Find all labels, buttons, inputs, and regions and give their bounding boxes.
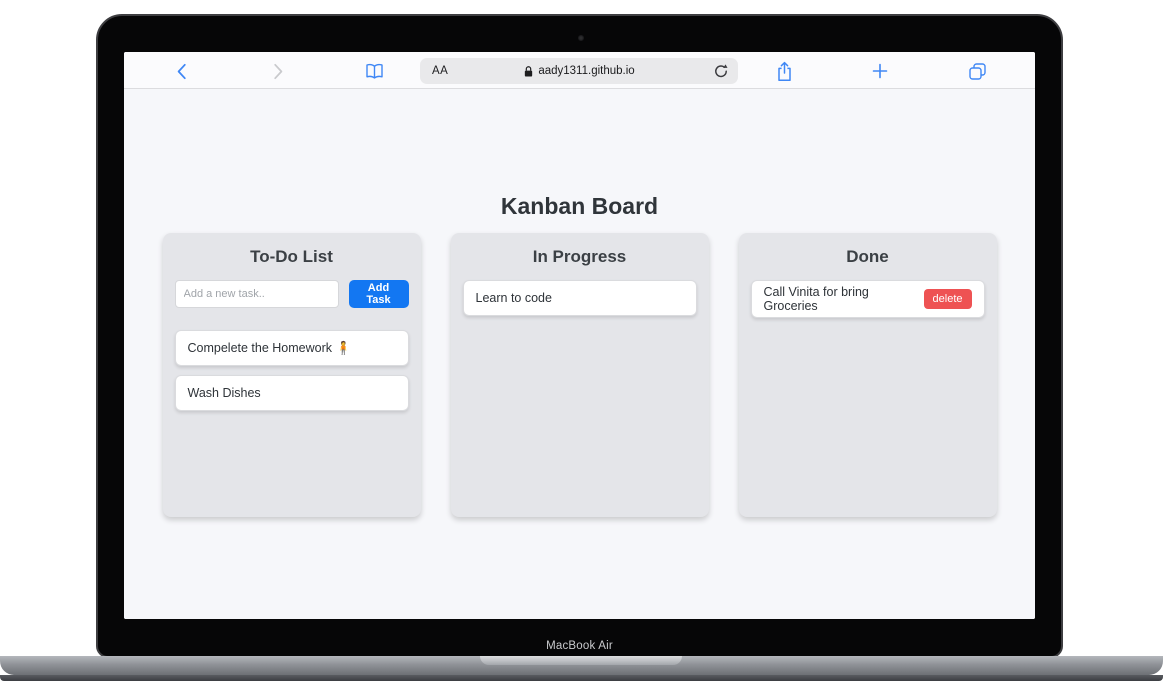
bookmarks-button[interactable] bbox=[364, 61, 384, 81]
page-content: Kanban Board To-Do List Add Task Compele… bbox=[124, 89, 1035, 619]
column-done: Done Call Vinita for bring Groceries del… bbox=[739, 233, 997, 517]
url-text-group: aady1311.github.io bbox=[523, 65, 634, 78]
tab-overview-button[interactable] bbox=[967, 61, 987, 81]
webcam-dot bbox=[578, 35, 584, 41]
task-text: Call Vinita for bring Groceries bbox=[764, 285, 924, 313]
todo-card-list: Compelete the Homework 🧍 Wash Dishes bbox=[175, 330, 409, 411]
task-card[interactable]: Call Vinita for bring Groceries delete bbox=[751, 280, 985, 318]
url-text: aady1311.github.io bbox=[538, 65, 634, 77]
book-icon bbox=[365, 63, 384, 80]
reader-options-button[interactable]: AA bbox=[432, 65, 448, 77]
reload-button[interactable] bbox=[713, 63, 729, 84]
add-task-button[interactable]: Add Task bbox=[349, 280, 409, 308]
task-text: Learn to code bbox=[476, 291, 552, 305]
column-todo: To-Do List Add Task Compelete the Homewo… bbox=[163, 233, 421, 517]
device-label: MacBook Air bbox=[98, 640, 1061, 652]
done-card-list: Call Vinita for bring Groceries delete bbox=[751, 280, 985, 318]
in-progress-card-list: Learn to code bbox=[463, 280, 697, 316]
laptop-base-notch bbox=[480, 656, 682, 665]
chevron-left-icon bbox=[176, 63, 187, 80]
column-done-title: Done bbox=[751, 247, 985, 267]
address-bar[interactable]: AA aady1311.github.io bbox=[420, 58, 738, 84]
delete-task-button[interactable]: delete bbox=[924, 289, 972, 309]
task-card[interactable]: Compelete the Homework 🧍 bbox=[175, 330, 409, 366]
add-task-row: Add Task bbox=[175, 280, 409, 308]
task-text: Compelete the Homework 🧍 bbox=[188, 341, 352, 356]
browser-window: AA aady1311.github.io bbox=[124, 52, 1035, 619]
page-title: Kanban Board bbox=[124, 89, 1035, 220]
share-button[interactable] bbox=[774, 61, 794, 81]
tabs-icon bbox=[968, 62, 987, 81]
share-icon bbox=[776, 61, 793, 82]
laptop-base-edge bbox=[0, 675, 1163, 681]
kanban-columns: To-Do List Add Task Compelete the Homewo… bbox=[124, 233, 1035, 517]
lock-icon bbox=[523, 65, 534, 78]
task-text: Wash Dishes bbox=[188, 386, 261, 400]
task-card[interactable]: Learn to code bbox=[463, 280, 697, 316]
column-in-progress: In Progress Learn to code bbox=[451, 233, 709, 517]
plus-icon bbox=[872, 63, 888, 79]
forward-button[interactable] bbox=[268, 61, 288, 81]
column-in-progress-title: In Progress bbox=[463, 247, 697, 267]
new-tab-button[interactable] bbox=[870, 61, 890, 81]
task-card[interactable]: Wash Dishes bbox=[175, 375, 409, 411]
safari-toolbar: AA aady1311.github.io bbox=[124, 52, 1035, 89]
column-todo-title: To-Do List bbox=[175, 247, 409, 267]
back-button[interactable] bbox=[171, 61, 191, 81]
chevron-right-icon bbox=[273, 63, 284, 80]
laptop-bezel: AA aady1311.github.io bbox=[96, 14, 1063, 658]
reload-icon bbox=[713, 63, 729, 79]
new-task-input[interactable] bbox=[175, 280, 339, 308]
